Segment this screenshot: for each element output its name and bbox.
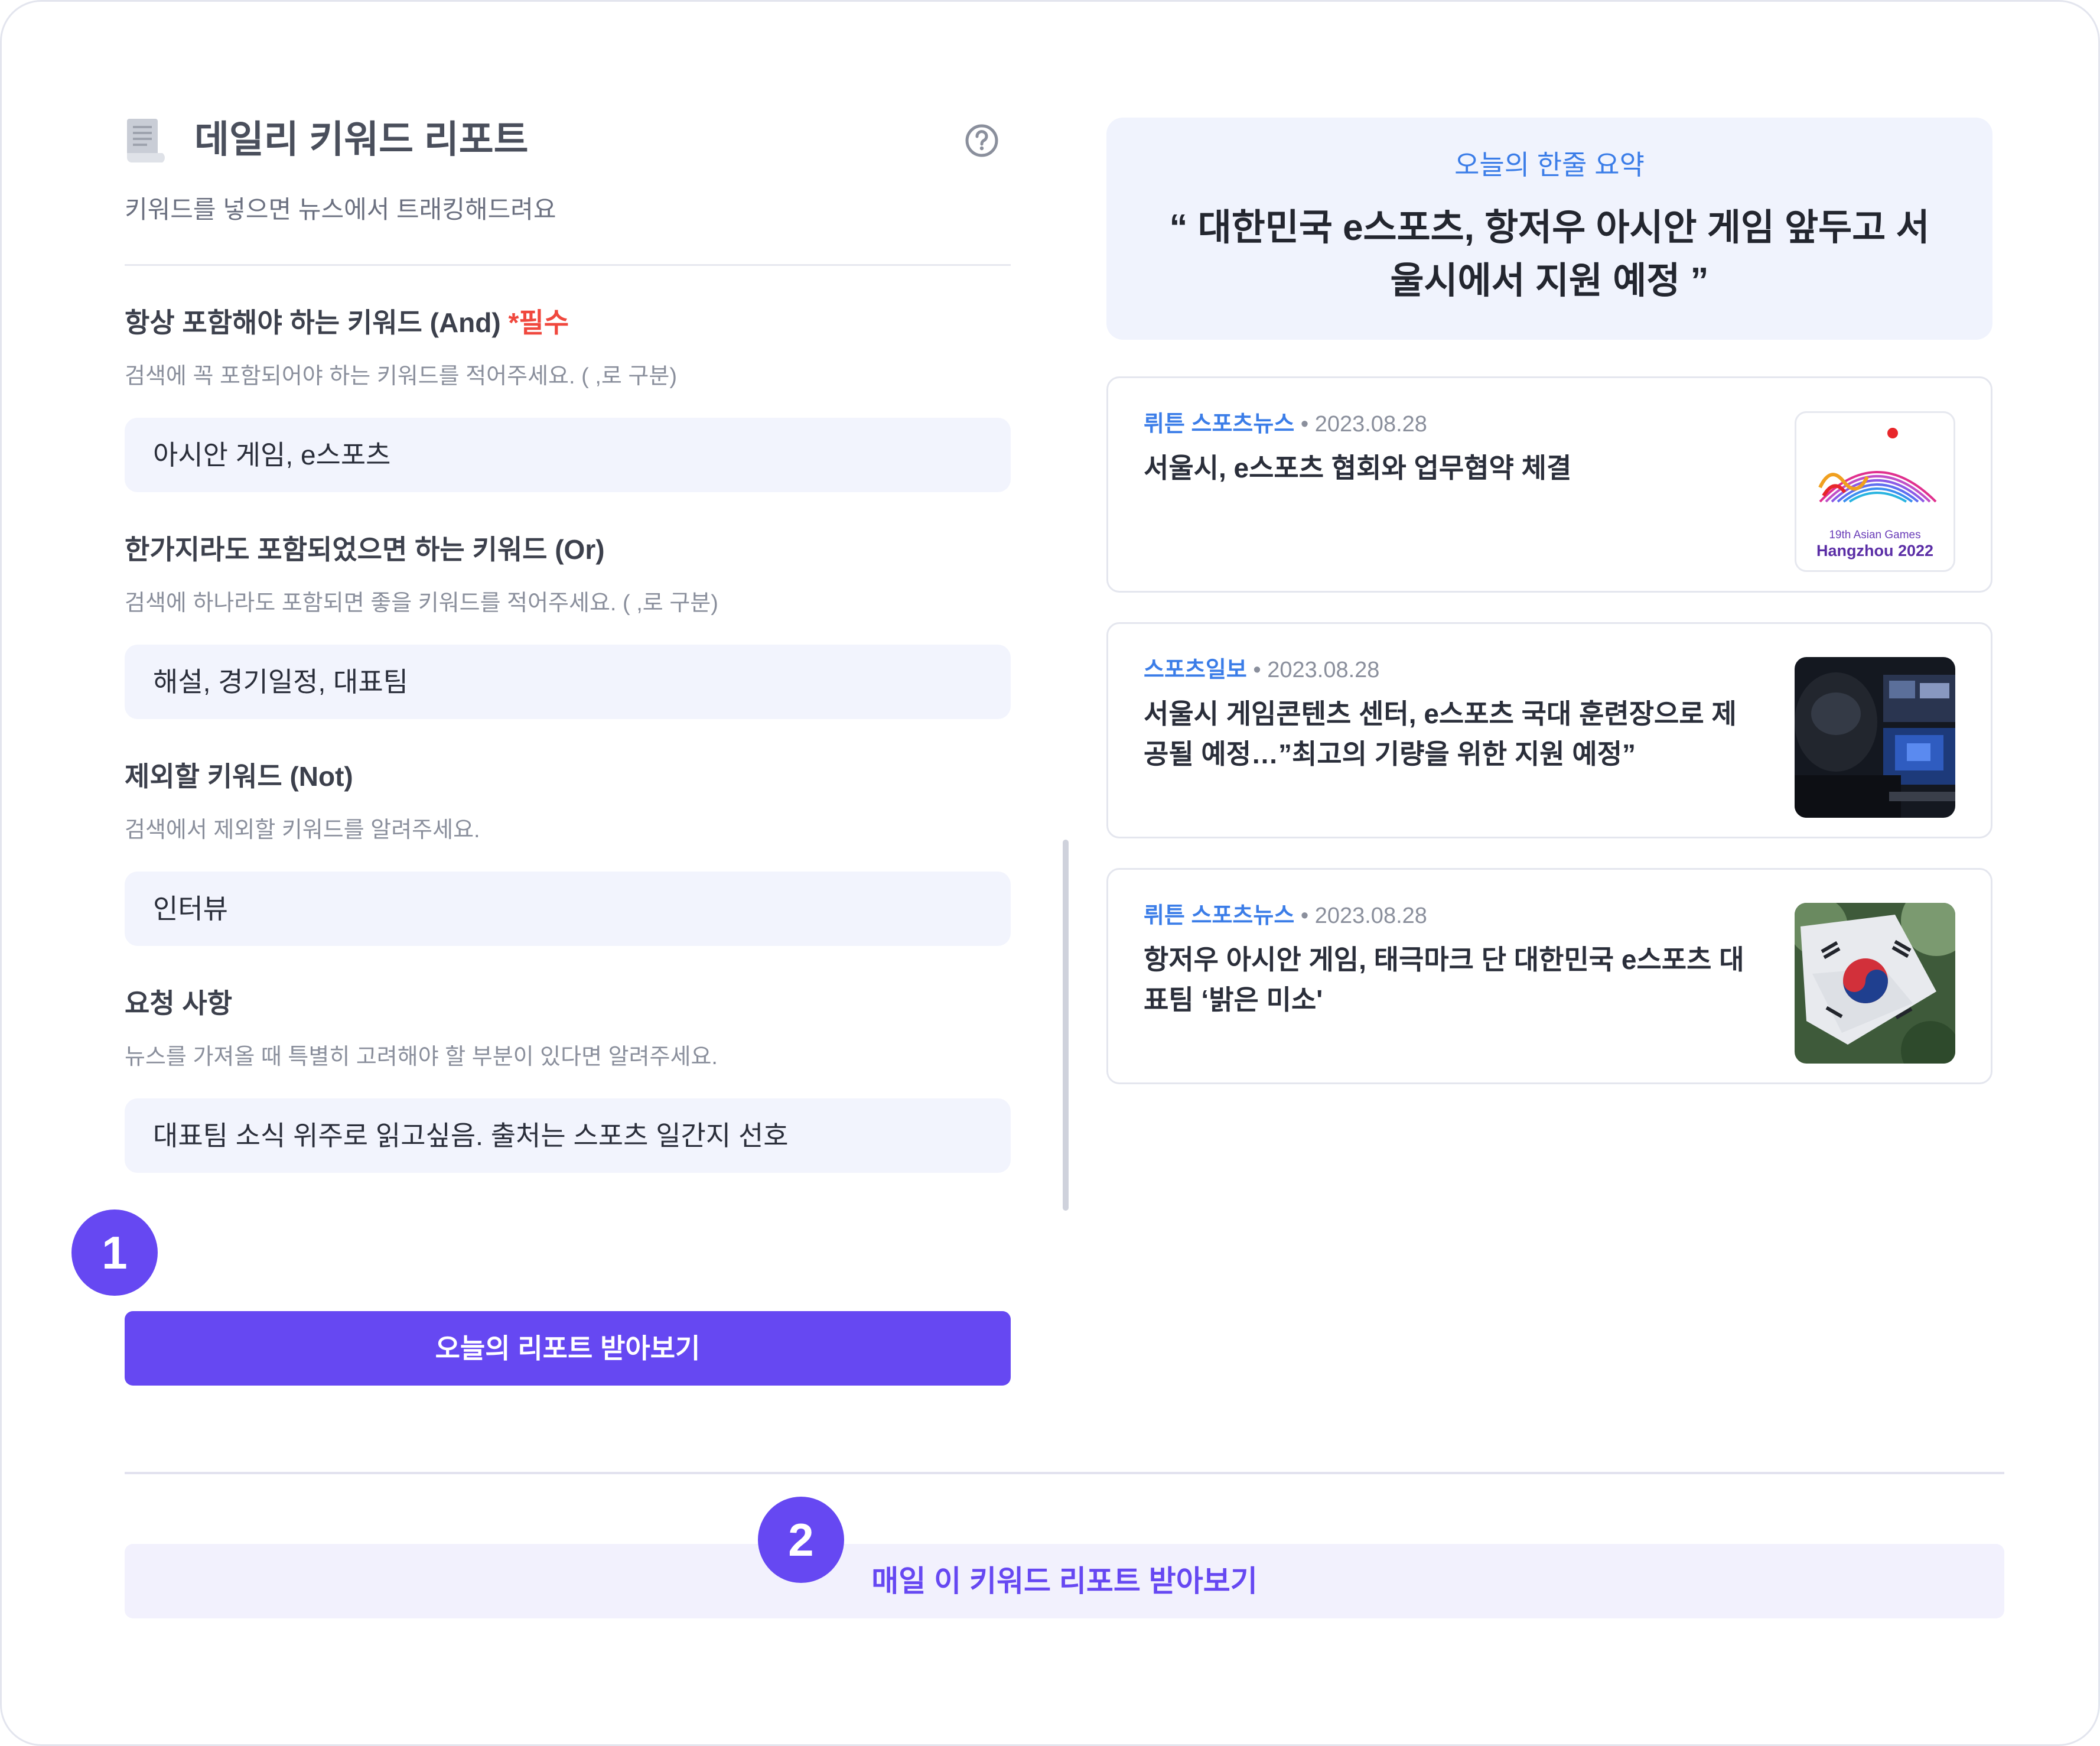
- news-headline[interactable]: 서울시 게임콘텐츠 센터, e스포츠 국대 훈련장으로 제공될 예정…”최고의 …: [1144, 694, 1758, 774]
- or-keywords-label: 한가지라도 포함되었으면 하는 키워드 (Or): [125, 534, 605, 565]
- not-keywords-input[interactable]: [125, 872, 1011, 946]
- and-keywords-input[interactable]: [125, 418, 1011, 492]
- summary-label: 오늘의 한줄 요약: [1454, 149, 1645, 180]
- or-keywords-input[interactable]: [125, 645, 1011, 719]
- thumbnail-caption: 19th Asian Games: [1829, 529, 1921, 541]
- news-headline[interactable]: 서울시, e스포츠 협회와 업무협약 체결: [1144, 448, 1758, 488]
- news-meta: 뤼튼 스포츠뉴스 • 2023.08.28: [1144, 412, 1427, 437]
- and-keywords-label-text: 항상 포함해야 하는 키워드 (And): [125, 307, 501, 338]
- step-badge-1: 1: [71, 1209, 158, 1296]
- not-keywords-label: 제외할 키워드 (Not): [125, 761, 353, 792]
- step-badge-2: 2: [758, 1497, 844, 1583]
- esports-player-photo: [1795, 657, 1955, 818]
- summary-quote: “ 대한민국 e스포츠, 항저우 아시안 게임 앞두고 서울시에서 지원 예정 …: [1169, 207, 1930, 301]
- thumbnail-caption: Hangzhou 2022: [1816, 542, 1934, 560]
- news-thumbnail: [1795, 657, 1955, 818]
- news-thumbnail: 19th Asian Games Hangzhou 2022: [1795, 411, 1955, 572]
- daily-summary: 오늘의 한줄 요약 “ 대한민국 e스포츠, 항저우 아시안 게임 앞두고 서울…: [1106, 118, 1992, 340]
- request-hint: 뉴스를 가져올 때 특별히 고려해야 할 부분이 있다면 알려주세요.: [125, 1045, 718, 1069]
- news-meta: 뤼튼 스포츠뉴스 • 2023.08.28: [1144, 903, 1427, 928]
- not-keywords-hint: 검색에서 제외할 키워드를 알려주세요.: [125, 818, 480, 843]
- korean-flag-photo: [1795, 903, 1955, 1064]
- required-mark: *필수: [508, 307, 569, 338]
- footer-divider: [125, 1472, 2004, 1474]
- news-date: 2023.08.28: [1267, 658, 1380, 682]
- and-keywords-hint: 검색에 꼭 포함되어야 하는 키워드를 적어주세요. ( ,로 구분): [125, 364, 677, 389]
- news-date: 2023.08.28: [1314, 903, 1427, 928]
- or-keywords-hint: 검색에 하나라도 포함되면 좋을 키워드를 적어주세요. ( ,로 구분): [125, 591, 718, 616]
- daily-report-button[interactable]: 매일 이 키워드 리포트 받아보기: [125, 1544, 2004, 1618]
- news-headline[interactable]: 항저우 아시안 게임, 태극마크 단 대한민국 e스포츠 대표팀 ‘밝은 미소': [1144, 939, 1758, 1020]
- news-source[interactable]: 뤼튼 스포츠뉴스: [1144, 903, 1294, 928]
- help-icon[interactable]: [965, 123, 999, 158]
- news-card[interactable]: 스포츠일보 • 2023.08.28 서울시 게임콘텐츠 센터, e스포츠 국대…: [1106, 622, 1992, 838]
- news-card[interactable]: 뤼튼 스포츠뉴스 • 2023.08.28 항저우 아시안 게임, 태극마크 단…: [1106, 868, 1992, 1084]
- form-scrollbar[interactable]: [1063, 840, 1069, 1211]
- asian-games-logo-icon: [1818, 428, 1937, 503]
- news-source[interactable]: 스포츠일보: [1144, 658, 1247, 682]
- document-icon: [127, 119, 165, 162]
- news-date: 2023.08.28: [1314, 412, 1427, 437]
- request-input[interactable]: [125, 1098, 1011, 1173]
- news-thumbnail: [1795, 903, 1955, 1064]
- news-meta: 스포츠일보 • 2023.08.28: [1144, 658, 1380, 682]
- and-keywords-label: 항상 포함해야 하는 키워드 (And) *필수: [125, 303, 569, 342]
- today-report-button[interactable]: 오늘의 리포트 받아보기: [125, 1311, 1011, 1386]
- request-label: 요청 사항: [125, 988, 233, 1019]
- page-subtitle: 키워드를 넣으면 뉴스에서 트래킹해드려요: [125, 196, 556, 223]
- news-card[interactable]: 뤼튼 스포츠뉴스 • 2023.08.28 서울시, e스포츠 협회와 업무협약…: [1106, 376, 1992, 593]
- app-window: 데일리 키워드 리포트 키워드를 넣으면 뉴스에서 트래킹해드려요 항상 포함해…: [0, 0, 2100, 1746]
- page-title: 데일리 키워드 리포트: [194, 118, 529, 161]
- header-divider: [125, 264, 1011, 266]
- news-source[interactable]: 뤼튼 스포츠뉴스: [1144, 412, 1294, 437]
